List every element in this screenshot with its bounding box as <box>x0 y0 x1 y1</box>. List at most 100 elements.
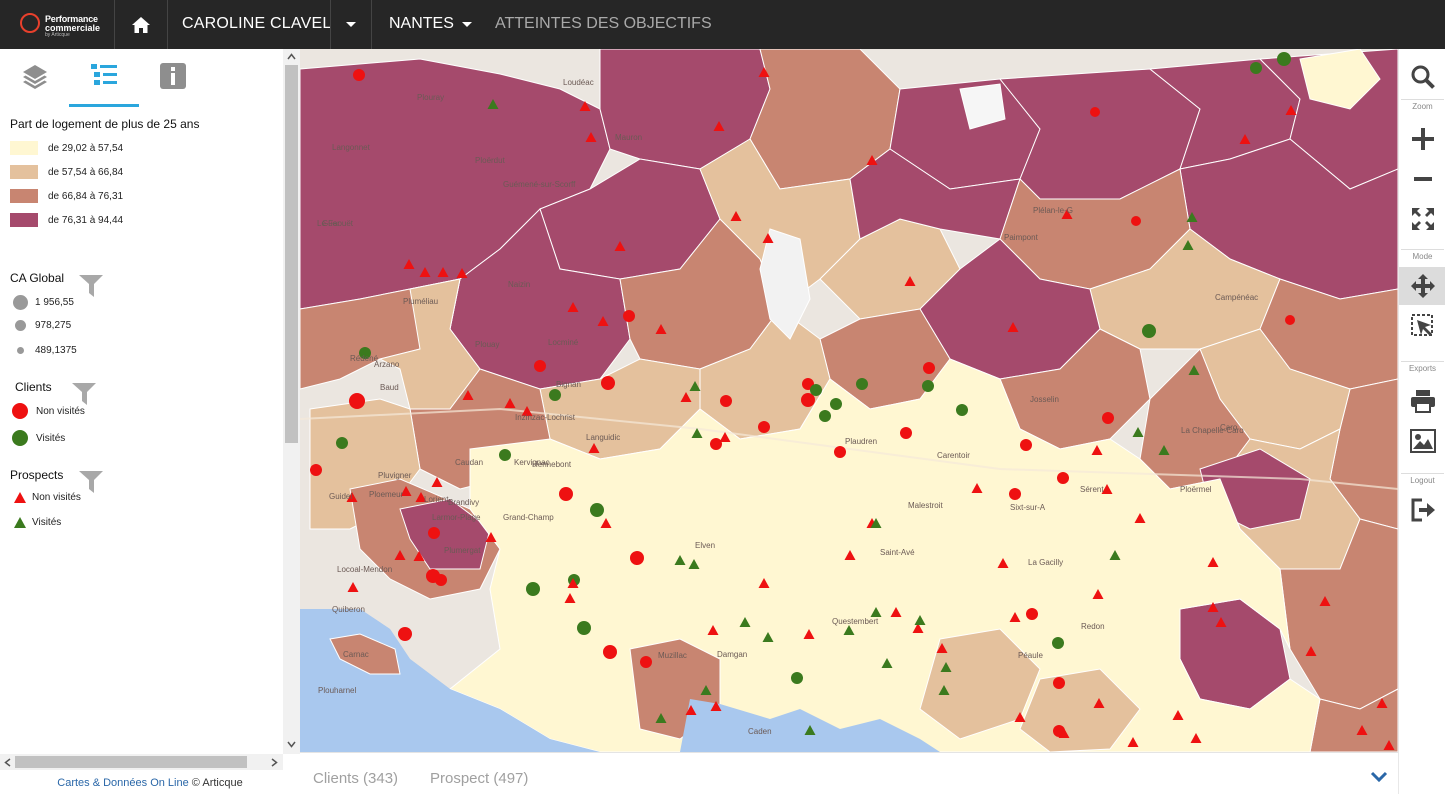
client-marker[interactable] <box>577 621 591 635</box>
select-mode-button[interactable] <box>1399 307 1445 345</box>
print-button[interactable] <box>1399 382 1445 420</box>
client-marker[interactable] <box>601 376 615 390</box>
legend-class-label: de 57,54 à 66,84 <box>48 166 124 178</box>
client-marker[interactable] <box>590 503 604 517</box>
client-marker[interactable] <box>1026 608 1038 620</box>
scroll-down-icon[interactable] <box>287 741 296 748</box>
tab-prospects[interactable]: Prospect (497) <box>430 770 528 787</box>
credits-owner: © Articque <box>191 777 243 789</box>
tab-layers[interactable] <box>0 57 70 107</box>
client-marker[interactable] <box>1052 637 1064 649</box>
client-marker[interactable] <box>1020 439 1032 451</box>
map-place-label: Péaule <box>1018 651 1043 660</box>
logout-button[interactable] <box>1399 491 1445 529</box>
scroll-right-icon[interactable] <box>271 758 278 767</box>
map-place-label: Ploërdut <box>475 156 506 165</box>
client-marker[interactable] <box>630 551 644 565</box>
client-marker[interactable] <box>499 449 511 461</box>
client-marker[interactable] <box>710 438 722 450</box>
client-marker[interactable] <box>900 427 912 439</box>
map-place-label: Grand-Champ <box>503 513 554 522</box>
logout-icon <box>1411 498 1435 522</box>
client-marker[interactable] <box>758 421 770 433</box>
tab-clients[interactable]: Clients (343) <box>313 770 398 787</box>
client-marker[interactable] <box>1102 412 1114 424</box>
scroll-left-icon[interactable] <box>4 758 11 767</box>
search-button[interactable] <box>1399 57 1445 97</box>
map-place-label: Sérent <box>1080 485 1104 494</box>
map-place-label: Guidel <box>329 492 352 501</box>
legend-title: Part de logement de plus de 25 ans <box>10 117 200 131</box>
client-marker[interactable] <box>1250 62 1262 74</box>
fullscreen-icon <box>1411 208 1434 230</box>
export-image-button[interactable] <box>1399 422 1445 460</box>
objectives-tab[interactable]: ATTEINTES DES OBJECTIFS <box>495 15 712 33</box>
client-marker[interactable] <box>810 384 822 396</box>
client-marker[interactable] <box>534 360 546 372</box>
client-marker[interactable] <box>623 310 635 322</box>
client-marker[interactable] <box>353 69 365 81</box>
client-marker[interactable] <box>956 404 968 416</box>
credits-link[interactable]: Cartes & Données On Line <box>57 777 188 789</box>
legend-swatch <box>10 165 38 179</box>
client-marker[interactable] <box>1142 324 1156 338</box>
client-marker[interactable] <box>559 487 573 501</box>
client-marker[interactable] <box>549 389 561 401</box>
legend-horizontal-scrollbar[interactable] <box>0 754 283 770</box>
app-logo[interactable]: Performance commerciale by Articque <box>20 12 110 38</box>
horizontal-scroll-thumb[interactable] <box>15 756 247 768</box>
client-marker[interactable] <box>1277 52 1291 66</box>
vertical-scroll-thumb[interactable] <box>285 65 298 443</box>
home-button[interactable] <box>114 0 168 49</box>
zone-menu[interactable]: NANTES <box>389 15 472 33</box>
tab-info[interactable] <box>138 57 208 107</box>
client-marker[interactable] <box>526 582 540 596</box>
map-place-label: Josselin <box>1030 395 1059 404</box>
map-place-label: Loudéac <box>563 78 594 87</box>
client-marker[interactable] <box>1090 107 1100 117</box>
client-marker[interactable] <box>603 645 617 659</box>
bottom-bar: Clients (343) Prospect (497) <box>300 752 1398 794</box>
scroll-up-icon[interactable] <box>287 53 296 60</box>
client-marker[interactable] <box>830 398 842 410</box>
map-place-label: Naizin <box>508 280 530 289</box>
client-marker[interactable] <box>1053 677 1065 689</box>
client-marker[interactable] <box>791 672 803 684</box>
zoom-extent-button[interactable] <box>1399 199 1445 239</box>
client-marker[interactable] <box>834 446 846 458</box>
zoom-in-button[interactable] <box>1399 119 1445 159</box>
client-marker[interactable] <box>310 464 322 476</box>
zoom-group-label: Zoom <box>1412 102 1433 111</box>
client-marker[interactable] <box>398 627 412 641</box>
client-marker[interactable] <box>349 393 365 409</box>
prospects-filter-funnel-icon[interactable] <box>78 469 104 495</box>
user-menu-button[interactable] <box>330 0 372 49</box>
client-marker[interactable] <box>336 437 348 449</box>
client-marker[interactable] <box>1009 488 1021 500</box>
client-marker[interactable] <box>426 569 440 583</box>
prospects-item-label: Non visités <box>32 492 81 503</box>
client-marker[interactable] <box>856 378 868 390</box>
map-place-label: Plumergat <box>444 546 481 555</box>
map-place-label: Plaudren <box>845 437 877 446</box>
ca-filter-funnel-icon[interactable] <box>78 273 104 299</box>
legend-vertical-scrollbar[interactable] <box>283 49 300 754</box>
pan-mode-button[interactable] <box>1399 267 1445 305</box>
choropleth-map[interactable]: Loudéac Plouray Langonnet Ploërdut Guémené-s… <box>300 49 1398 752</box>
client-marker[interactable] <box>1285 315 1295 325</box>
client-marker[interactable] <box>720 395 732 407</box>
client-marker[interactable] <box>1131 216 1141 226</box>
tab-legend[interactable] <box>69 57 139 107</box>
client-marker[interactable] <box>428 527 440 539</box>
clients-visited: Visités <box>10 430 65 446</box>
client-marker[interactable] <box>923 362 935 374</box>
client-marker[interactable] <box>640 656 652 668</box>
map-place-label: Languidic <box>586 433 620 442</box>
client-marker[interactable] <box>922 380 934 392</box>
client-marker[interactable] <box>1057 472 1069 484</box>
map-view[interactable]: Loudéac Plouray Langonnet Ploërdut Guémené-s… <box>300 49 1398 752</box>
zoom-out-button[interactable] <box>1399 159 1445 199</box>
map-place-label: Damgan <box>717 650 747 659</box>
chevron-down-icon[interactable] <box>1370 771 1388 783</box>
client-marker[interactable] <box>819 410 831 422</box>
